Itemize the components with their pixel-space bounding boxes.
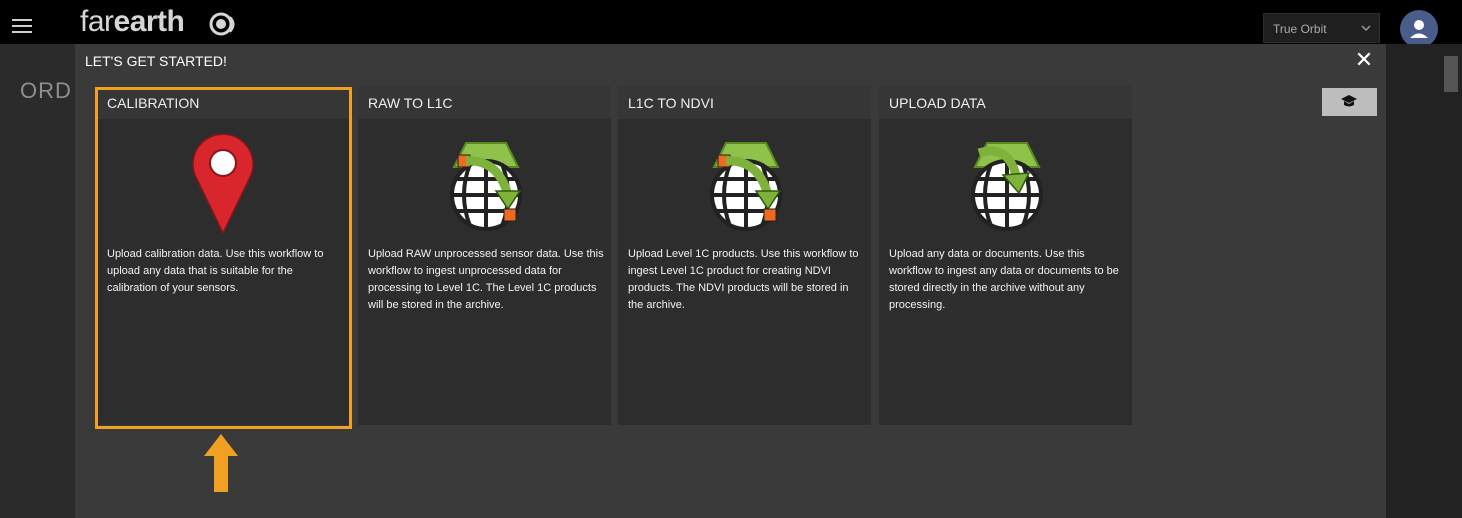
logo-far: far (80, 5, 114, 38)
card-description: Upload Level 1C products. Use this workf… (628, 248, 859, 311)
getting-started-modal: LET'S GET STARTED! ✕ CALIBRATION Upload … (75, 44, 1386, 518)
top-bar: farearth True Orbit (0, 0, 1462, 48)
close-button[interactable]: ✕ (1354, 49, 1374, 71)
scrollbar-thumb[interactable] (1444, 56, 1458, 92)
user-avatar[interactable] (1400, 10, 1438, 48)
globe-upload-icon (971, 142, 1043, 231)
user-icon (1410, 20, 1428, 38)
tutorial-button[interactable] (1322, 88, 1377, 116)
card-description: Upload any data or documents. Use this w… (889, 248, 1119, 311)
farearth-logo[interactable]: farearth (80, 4, 185, 40)
logo-swirl-icon (209, 12, 235, 36)
graduation-cap-icon (1341, 95, 1357, 107)
globe-transform-icon (450, 142, 522, 231)
map-pin-icon (192, 133, 254, 233)
card-title: UPLOAD DATA (879, 86, 1132, 119)
globe-transform-icon (710, 142, 782, 231)
card-description: Upload RAW unprocessed sensor data. Use … (368, 248, 604, 311)
organization-select-value: True Orbit (1273, 22, 1327, 36)
organization-select[interactable]: True Orbit (1263, 13, 1380, 43)
modal-title: LET'S GET STARTED! (85, 53, 227, 69)
workflow-card-calibration[interactable]: CALIBRATION Upload calibration data. Use… (97, 86, 350, 425)
card-title: CALIBRATION (97, 86, 350, 119)
arrow-up-icon (204, 434, 238, 492)
chevron-down-icon (1361, 25, 1371, 32)
logo-earth: earth (113, 5, 185, 38)
workflow-card-l1c-to-ndvi[interactable]: L1C TO NDVI Upload Level 1C products. Us… (618, 86, 871, 425)
workflow-card-raw-to-l1c[interactable]: RAW TO L1C Upload RAW unprocessed sensor… (358, 86, 611, 425)
workflow-card-upload-data[interactable]: UPLOAD DATA Upload any data or documents… (879, 86, 1132, 425)
background-right-panel (1386, 44, 1462, 518)
card-title: RAW TO L1C (358, 86, 611, 119)
card-description: Upload calibration data. Use this workfl… (107, 248, 324, 294)
background-page-title: ORD (20, 78, 72, 103)
card-title: L1C TO NDVI (618, 86, 871, 119)
menu-icon[interactable] (12, 19, 32, 33)
